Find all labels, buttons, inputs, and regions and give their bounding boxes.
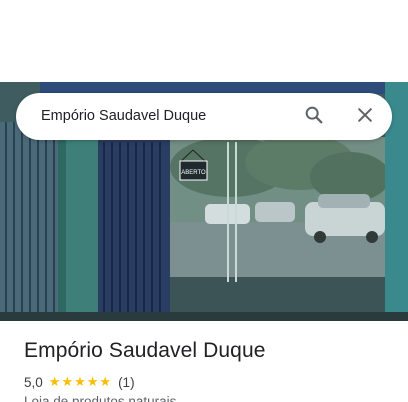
star-icon: ★ — [74, 374, 86, 389]
search-bar[interactable]: Empório Saudavel Duque — [16, 93, 392, 140]
rating-value: 5,0 — [24, 374, 43, 390]
open-sign-text: ABERTO — [181, 170, 206, 176]
rating-row[interactable]: 5,0 ★ ★ ★ ★ ★ (1) — [24, 373, 135, 391]
star-rating: ★ ★ ★ ★ ★ — [49, 373, 112, 391]
search-button[interactable] — [298, 101, 330, 133]
star-icon: ★ — [99, 374, 112, 389]
close-button[interactable] — [349, 101, 381, 133]
close-icon — [355, 105, 375, 130]
star-icon: ★ — [86, 374, 99, 389]
review-count[interactable]: (1) — [118, 375, 135, 390]
place-category: Loja de produtos naturais — [24, 394, 177, 402]
map-top-area — [0, 0, 408, 82]
star-icon: ★ — [61, 374, 74, 389]
search-icon — [303, 104, 325, 131]
star-icon: ★ — [48, 374, 61, 389]
place-title: Empório Saudavel Duque — [24, 339, 266, 362]
search-input[interactable]: Empório Saudavel Duque — [41, 93, 206, 140]
